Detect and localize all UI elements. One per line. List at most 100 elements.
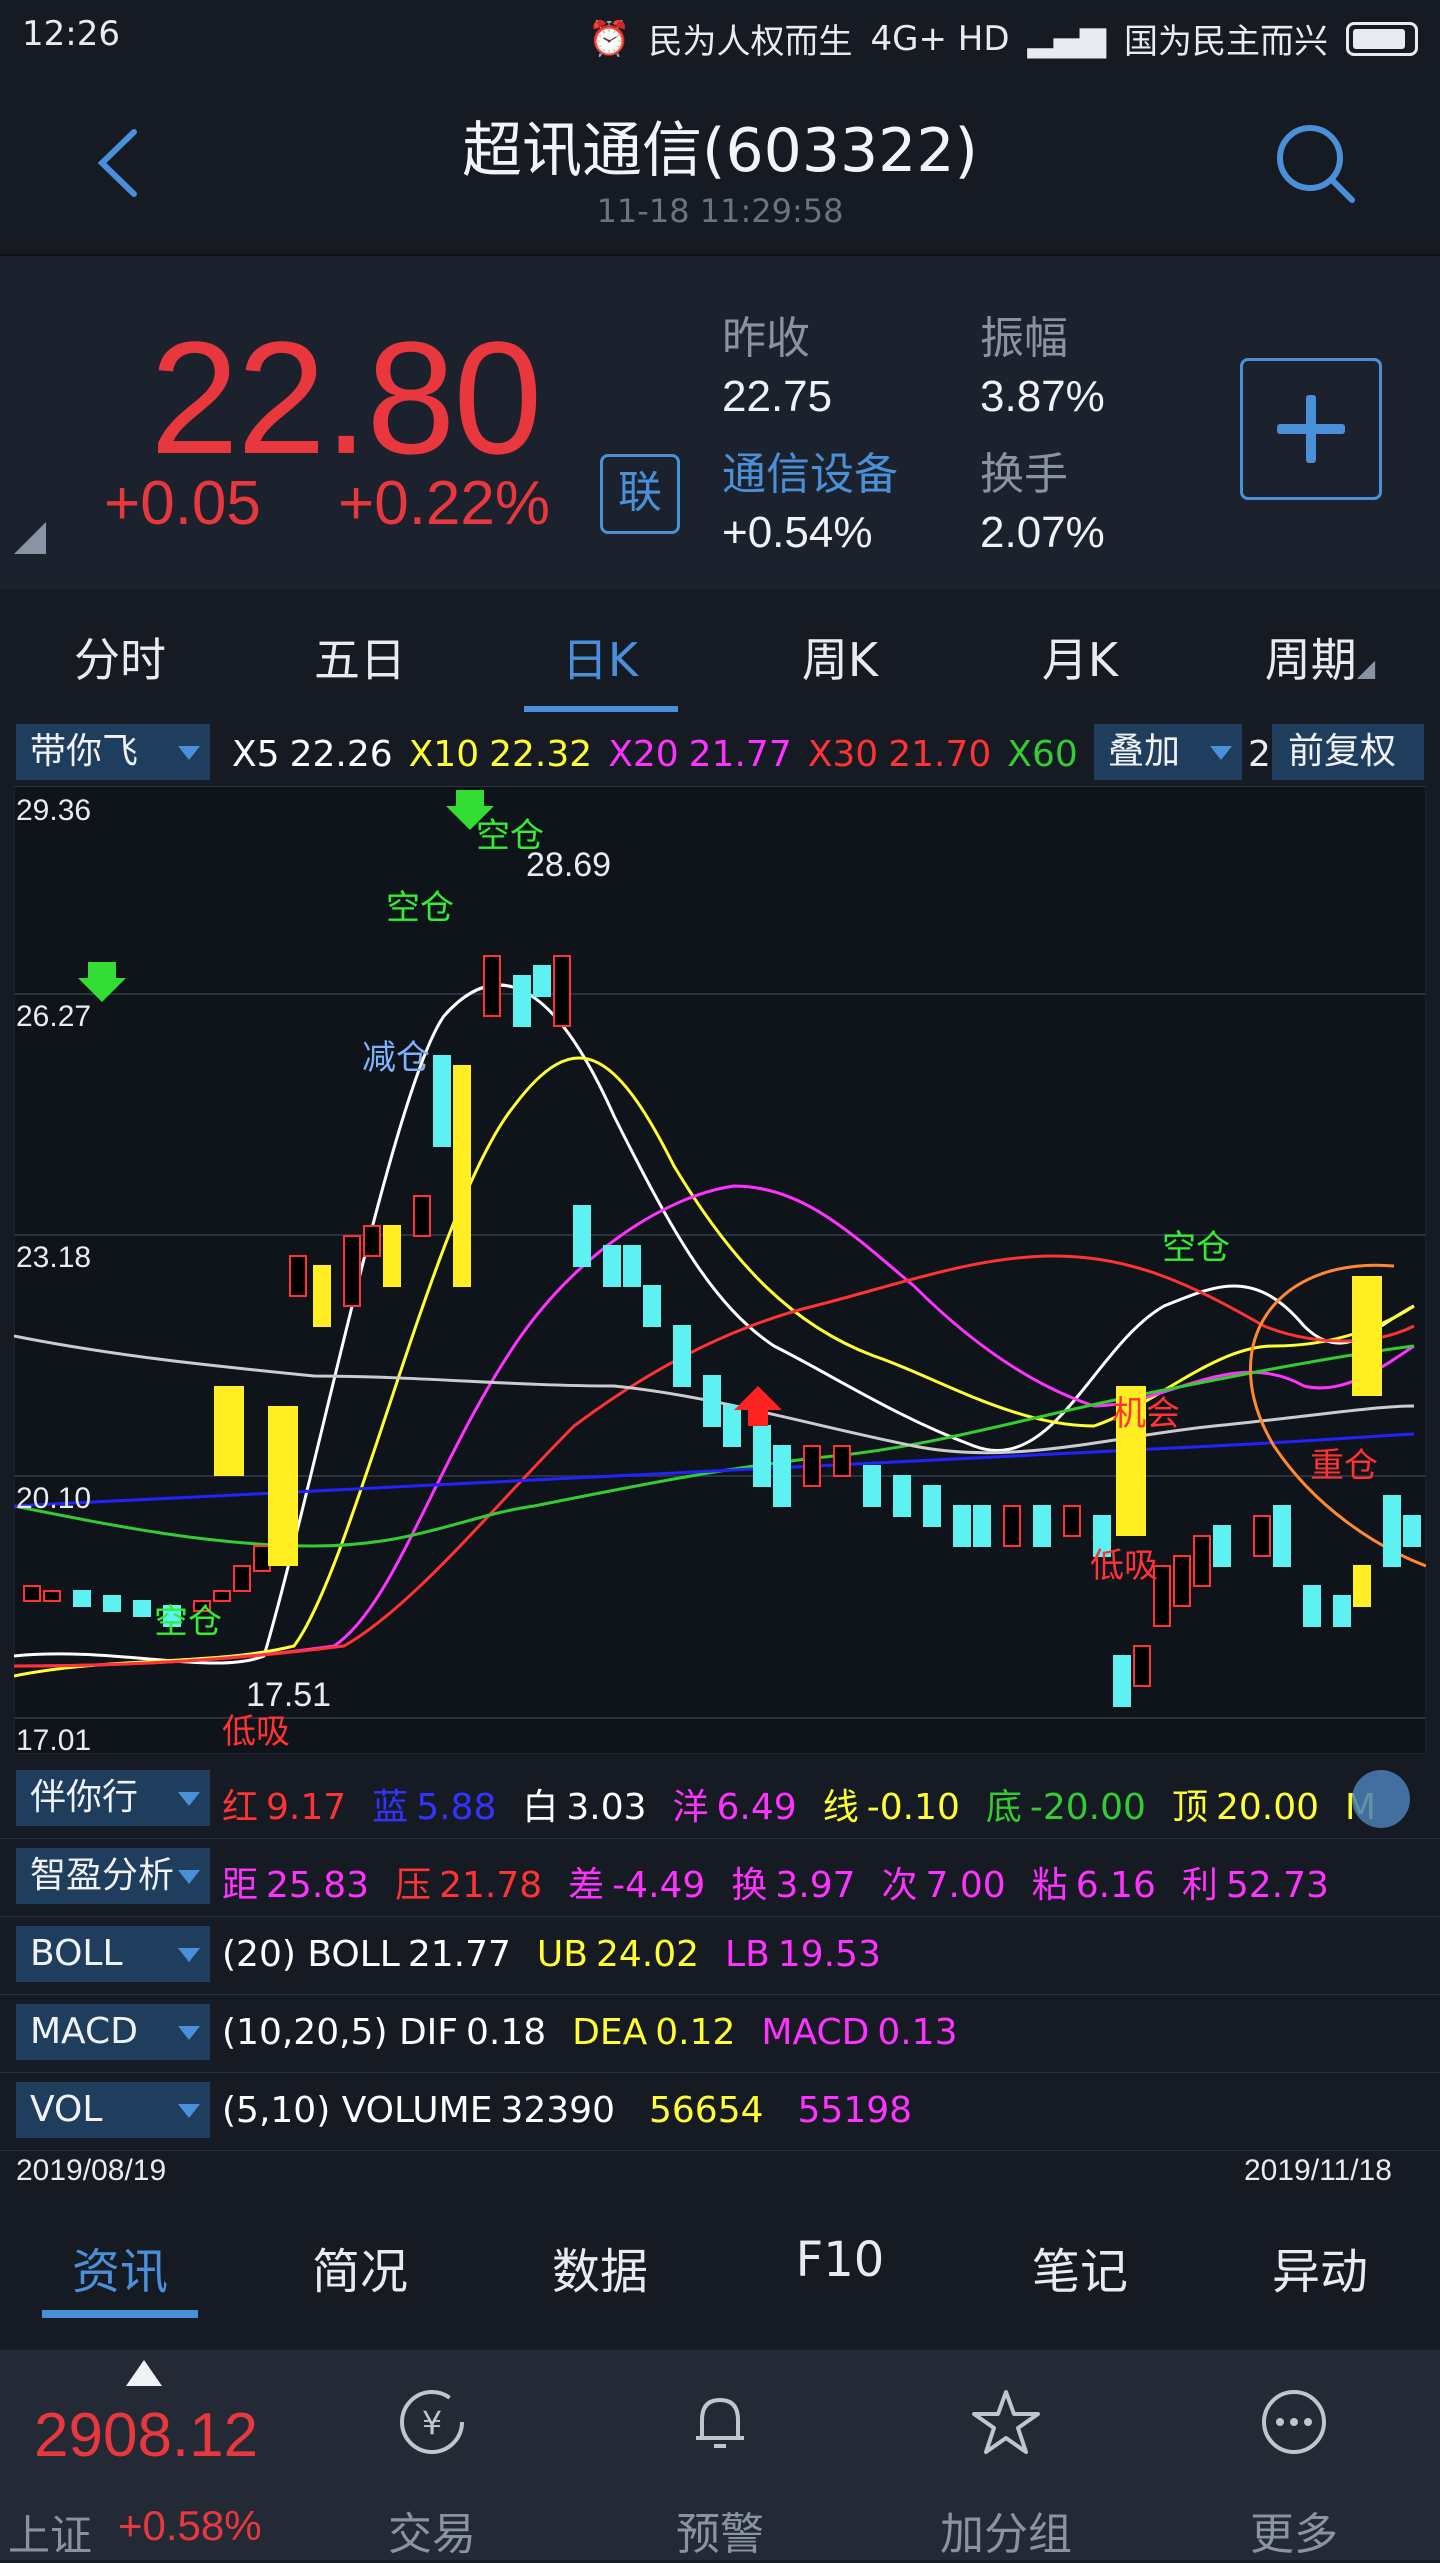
indicator-value: 32390 [500, 2090, 615, 2131]
indicator-selector[interactable]: BOLL [16, 1926, 210, 1982]
indicator-item: 利 52.73 [1182, 1865, 1339, 1906]
candle [673, 1325, 691, 1387]
status-time: 12:26 [22, 14, 120, 54]
candle [253, 1545, 271, 1572]
search-icon[interactable] [1270, 118, 1360, 208]
ma-values: X5 22.26 X10 22.32 X20 21.77 X30 21.70 X60 [232, 734, 1104, 775]
nav-add-group[interactable]: 加分组 [906, 2350, 1106, 2560]
svg-text:¥: ¥ [422, 2404, 442, 2442]
indicator-value: 21.78 [439, 1865, 543, 1906]
nav-more[interactable]: 更多 [1194, 2350, 1394, 2560]
indicator-row: 智盈分析 距 25.83 压 21.78 差 -4.49 换 3.97 次 7.00 粘 6.16 利 52… [0, 1838, 1440, 1917]
indicator-value: 21.77 [407, 1934, 511, 1975]
last-price: 22.80 [150, 308, 542, 487]
tab-period[interactable]: 周期◢ [1240, 624, 1400, 690]
tab-f10[interactable]: F10 [760, 2232, 920, 2288]
candle [1173, 1555, 1191, 1607]
indicator-row: 伴你行 红 9.17 蓝 5.88 白 3.03 洋 6.49 线 -0.10 底 -20.00 顶 20.… [0, 1760, 1440, 1839]
expand-corner-icon[interactable] [14, 522, 46, 554]
indicator-selector[interactable]: MACD [16, 2004, 210, 2060]
ma-item: X5 22.26 [232, 734, 393, 775]
ma-item: X20 21.77 [608, 734, 792, 775]
indicator-item: 粘 6.16 [1032, 1865, 1166, 1906]
y-tick-label: 23.18 [16, 1241, 92, 1274]
candle [43, 1590, 61, 1602]
sector-link[interactable]: 通信设备 [722, 438, 898, 502]
y-tick-label: 20.10 [16, 1482, 92, 1515]
indicator-item: MACD 0.13 [761, 2012, 967, 2053]
collapse-icon[interactable] [1352, 1770, 1410, 1828]
indicator-item: 顶 20.00 [1172, 1787, 1329, 1828]
tab-daily-k[interactable]: 日K [520, 624, 680, 690]
candle [553, 955, 571, 1027]
indicator-item: 底 -20.00 [986, 1787, 1156, 1828]
candle [533, 965, 551, 997]
adjust-selector[interactable]: 前复权 [1272, 724, 1424, 780]
candle [953, 1505, 971, 1547]
indicator-item: (20) BOLL 21.77 [222, 1934, 521, 1975]
indicator-row: VOL (5,10) VOLUME 32390 56654 55198 [0, 2072, 1440, 2151]
indicator-label: 利 [1181, 1865, 1218, 1906]
candle [363, 1225, 381, 1257]
turnover-label: 换手 [980, 449, 1068, 500]
candle [453, 1065, 471, 1287]
candle [603, 1245, 621, 1287]
tab-alerts[interactable]: 异动 [1240, 2232, 1400, 2302]
active-content-tab-indicator [42, 2310, 198, 2318]
tab-weekly-k[interactable]: 周K [760, 624, 920, 690]
index-ticker[interactable]: 2908.12 上证 +0.58% [0, 2350, 290, 2560]
tab-intraday[interactable]: 分时 [40, 624, 200, 690]
candle [623, 1245, 641, 1287]
lian-button[interactable]: 联 [600, 454, 680, 534]
tab-profile[interactable]: 简况 [280, 2232, 440, 2302]
alarm-icon: ⏰ [588, 18, 631, 59]
candle [1063, 1505, 1081, 1537]
candle [1003, 1505, 1021, 1547]
indicator-label: 压 [395, 1865, 432, 1906]
indicator-selector[interactable]: 智盈分析 [16, 1848, 210, 1904]
kline-chart[interactable]: 29.36 26.27 23.18 20.10 17.01 28.69 17.5… [13, 785, 1427, 1757]
nav-more-label: 更多 [1250, 2509, 1338, 2560]
indicator-value: 3.03 [566, 1787, 647, 1828]
candle [573, 1205, 591, 1267]
indicator-label: 蓝 [372, 1787, 409, 1828]
indicator-selector-label: 伴你行 [30, 1777, 139, 1818]
signal-low-buy: 低吸 [1090, 1547, 1158, 1585]
yen-circle-icon: ¥ [400, 2390, 464, 2454]
indicator-selector[interactable]: VOL [16, 2082, 210, 2138]
date-start: 2019/08/19 [16, 2154, 167, 2187]
candle [343, 1235, 361, 1307]
y-tick-label: 17.01 [16, 1724, 92, 1757]
tab-data[interactable]: 数据 [520, 2232, 680, 2302]
indicator-value: 20.00 [1215, 1787, 1320, 1828]
signal-icon: ▂▄▆ [1027, 18, 1106, 59]
tab-news[interactable]: 资讯 [40, 2232, 200, 2302]
star-icon [972, 2390, 1040, 2454]
indicator-value: -4.49 [612, 1865, 706, 1906]
volume-signal-bar [1352, 1276, 1382, 1396]
indicator-item: 55198 [790, 2090, 923, 2131]
indicator-value: 56654 [648, 2090, 764, 2131]
indicator-label: 底 [985, 1787, 1022, 1828]
candle [1403, 1515, 1421, 1547]
indicator-label: 顶 [1171, 1787, 1208, 1828]
tab-five-day[interactable]: 五日 [280, 624, 440, 690]
nav-trade[interactable]: ¥ 交易 [332, 2350, 532, 2560]
indicator-values: 红9.17蓝5.88白3.03洋6.49线-0.10底-20.00顶20.00M [222, 1778, 1410, 1830]
indicator-label: 白 [522, 1787, 559, 1828]
tab-monthly-k[interactable]: 月K [1000, 624, 1160, 690]
nav-trade-label: 交易 [388, 2509, 476, 2560]
overlay-selector[interactable]: 叠加 [1094, 724, 1242, 780]
main-indicator-selector[interactable]: 带你飞 [16, 724, 210, 780]
ma-item: X60 [1007, 734, 1087, 775]
tab-notes[interactable]: 笔记 [1000, 2232, 1160, 2302]
indicator-selector-label: MACD [30, 2011, 138, 2052]
nav-alert[interactable]: 预警 [620, 2350, 820, 2560]
overlay-tail: 2 [1248, 734, 1271, 775]
add-watchlist-button[interactable] [1240, 358, 1382, 500]
ma-bar: 带你飞 X5 22.26 X10 22.32 X20 21.77 X30 21.70 X60 叠… [0, 716, 1440, 788]
indicator-item: 红 9.17 [222, 1787, 356, 1828]
sector-change: +0.54% [722, 508, 873, 557]
candle [893, 1475, 911, 1517]
indicator-selector[interactable]: 伴你行 [16, 1770, 210, 1826]
